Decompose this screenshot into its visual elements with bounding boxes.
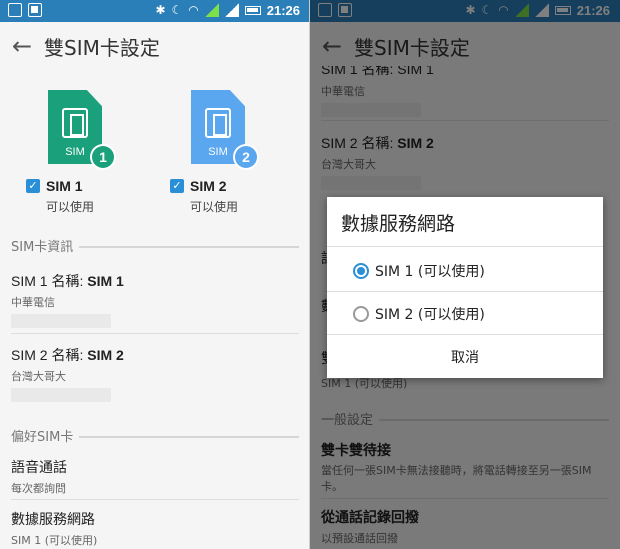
divider (327, 291, 603, 292)
section-header-sim-info: SIM卡資訊 (11, 236, 299, 255)
sim2-info-row[interactable]: SIM 2 名稱: SIM 2 台灣大哥大 (11, 345, 299, 402)
app-bar: ← 雙SIM卡設定 (0, 22, 310, 70)
battery-icon (244, 5, 261, 15)
moon-icon: ☾ (171, 3, 183, 17)
sim1-status: 可以使用 (46, 200, 95, 214)
signal-icon (204, 3, 219, 17)
settings-screen-with-dialog: ✱ ☾ ◠ 21:26 ← 雙SIM卡設定 SIM 1 名稱: SIM 1 中華… (310, 0, 620, 549)
clock: 21:26 (266, 2, 300, 18)
sim1-card-icon: SIM 1 (48, 90, 116, 170)
dialog-title: 數據服務網路 (341, 213, 456, 235)
sim1-toggle[interactable]: ✓ SIM 1 (26, 178, 83, 194)
divider (327, 334, 603, 335)
page-title: 雙SIM卡設定 (44, 35, 160, 60)
divider (11, 499, 299, 500)
data-network-dialog: 數據服務網路 SIM 1 (可以使用) SIM 2 (可以使用) 取消 (327, 197, 603, 378)
back-arrow-icon[interactable]: ← (0, 22, 44, 70)
sim2-toggle[interactable]: ✓ SIM 2 (170, 178, 227, 194)
radio-unselected-icon[interactable] (353, 306, 369, 322)
voice-call-row[interactable]: 語音通話 每次都詢問 (11, 457, 299, 496)
bluetooth-icon: ✱ (155, 3, 166, 17)
divider (327, 246, 603, 247)
sim2-status: 可以使用 (190, 200, 239, 214)
check-icon[interactable]: ✓ (170, 179, 184, 193)
image-icon (28, 3, 42, 17)
option-sim1[interactable]: SIM 1 (可以使用) (353, 261, 485, 281)
redacted-number (11, 314, 111, 328)
wifi-icon: ◠ (188, 3, 199, 17)
redacted-number (11, 388, 111, 402)
status-bar: ✱ ☾ ◠ 21:26 (0, 0, 310, 22)
check-icon[interactable]: ✓ (26, 179, 40, 193)
sim2-card-icon: SIM 2 (191, 90, 259, 170)
sim-cards: SIM 1 ✓ SIM 1 可以使用 SIM 2 ✓ SIM 2 可以使用 (0, 90, 310, 220)
data-network-row[interactable]: 數據服務網路 SIM 1 (可以使用) (11, 509, 299, 548)
notification-icon (8, 3, 22, 17)
option-sim2[interactable]: SIM 2 (可以使用) (353, 304, 485, 324)
radio-selected-icon[interactable] (353, 263, 369, 279)
settings-screen: ✱ ☾ ◠ 21:26 ← 雙SIM卡設定 SIM 1 ✓ SIM 1 可以使用… (0, 0, 310, 549)
signal-icon (224, 3, 239, 17)
cancel-button[interactable]: 取消 (327, 337, 603, 377)
sim1-info-row[interactable]: SIM 1 名稱: SIM 1 中華電信 (11, 271, 299, 328)
section-header-preferred: 偏好SIM卡 (11, 426, 299, 445)
divider (11, 333, 299, 334)
